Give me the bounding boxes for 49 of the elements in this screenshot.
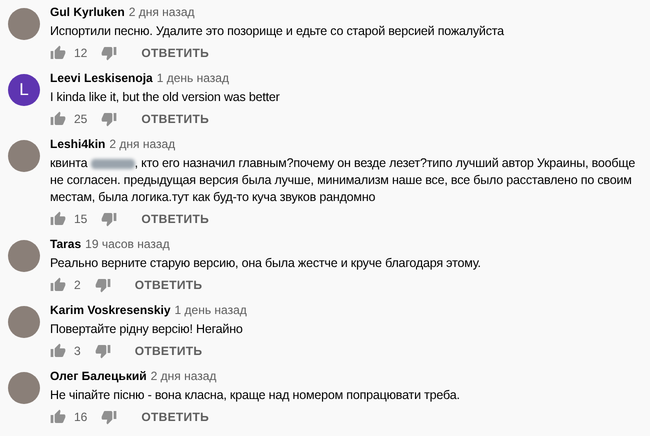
avatar-placeholder[interactable] [8, 306, 40, 338]
thumbs-down-icon[interactable] [101, 111, 118, 127]
author-name[interactable]: Taras [50, 236, 82, 252]
avatar-placeholder[interactable] [8, 8, 40, 40]
like-count: 15 [74, 212, 88, 226]
comment-time[interactable]: 2 дня назад [109, 136, 176, 152]
thumbs-up-icon[interactable] [50, 211, 66, 227]
reply-button[interactable]: ОТВЕТИТЬ [135, 108, 216, 130]
reply-button[interactable]: ОТВЕТИТЬ [128, 340, 208, 362]
reply-button[interactable]: ОТВЕТИТЬ [135, 406, 216, 428]
comment-text: Не чіпайте пісню - вона класна, краще над номером попрацювати треба. [50, 387, 461, 404]
author-name[interactable]: Олег Балецький [50, 368, 147, 384]
comment-text: Повертайте рідну версію! Негайно [50, 321, 244, 338]
thumbs-down-icon[interactable] [101, 409, 118, 425]
avatar-placeholder[interactable] [8, 372, 40, 404]
comment-text: I kinda like it, but the old version was better [50, 89, 281, 106]
thumbs-down-icon[interactable] [94, 277, 111, 293]
comment-text: Реально верните старую версию, она была жестче и круче благодаря этому. [50, 255, 482, 272]
avatar-placeholder[interactable] [8, 240, 40, 272]
like-count: 3 [74, 344, 81, 358]
thumbs-down-icon[interactable] [101, 45, 118, 61]
thumbs-up-icon[interactable] [50, 277, 66, 293]
avatar-placeholder[interactable] [8, 140, 40, 172]
comment-time[interactable]: 1 день назад [174, 302, 247, 318]
comment-time[interactable]: 2 дня назад [128, 4, 194, 20]
author-name[interactable]: Leevi Leskisenoja [50, 70, 153, 86]
reply-button[interactable]: ОТВЕТИТЬ [135, 42, 216, 64]
thumbs-up-icon[interactable] [50, 343, 66, 359]
thumbs-up-icon[interactable] [50, 45, 66, 61]
comment-text: квинта , кто его назначил главным?почему он везде лезет?типо лучший автор Украины, вообще не согласен. предыдущая версия была лучше, минимализм наше все, все было расставлено по своим местам, была логика.тут как буд-то куча звуков рандомно [50, 155, 636, 206]
like-count: 16 [74, 410, 88, 424]
author-name[interactable]: Gul Kyrluken [50, 4, 125, 20]
reply-button[interactable]: ОТВЕТИТЬ [128, 274, 208, 296]
thumbs-up-icon[interactable] [50, 111, 66, 127]
like-count: 2 [74, 278, 81, 292]
letter-avatar[interactable]: L [8, 74, 40, 106]
comment-text: Испортили песню. Удалите это позорище и едьте со старой версией пожалуйста [50, 23, 506, 40]
reply-button[interactable]: ОТВЕТИТЬ [135, 208, 216, 230]
comment-time[interactable]: 2 дня назад [150, 368, 216, 384]
thumbs-up-icon[interactable] [50, 409, 66, 425]
like-count: 25 [74, 112, 88, 126]
thumbs-down-icon[interactable] [94, 343, 111, 359]
thumbs-down-icon[interactable] [101, 211, 118, 227]
comment-time[interactable]: 19 часов назад [85, 236, 170, 252]
like-count: 12 [74, 46, 88, 60]
blurred-word [90, 158, 135, 169]
comment-time[interactable]: 1 день назад [156, 70, 229, 86]
author-name[interactable]: Leshi4kin [50, 136, 106, 152]
author-name[interactable]: Karim Voskresenskiy [50, 302, 171, 318]
